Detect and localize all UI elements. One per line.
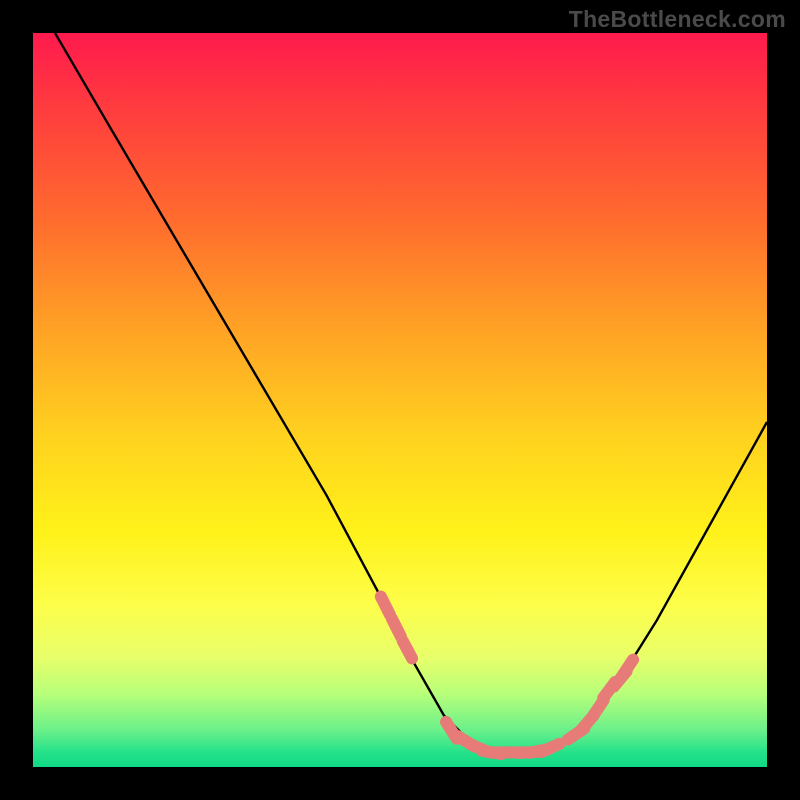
marker-pill <box>403 641 412 659</box>
marker-pill <box>381 597 390 615</box>
marker-pill <box>541 744 559 752</box>
chart-frame: TheBottleneck.com <box>0 0 800 800</box>
marker-group <box>381 597 633 754</box>
plot-area <box>33 33 767 767</box>
chart-svg <box>33 33 767 767</box>
marker-pill <box>392 619 401 637</box>
watermark-text: TheBottleneck.com <box>569 6 786 33</box>
